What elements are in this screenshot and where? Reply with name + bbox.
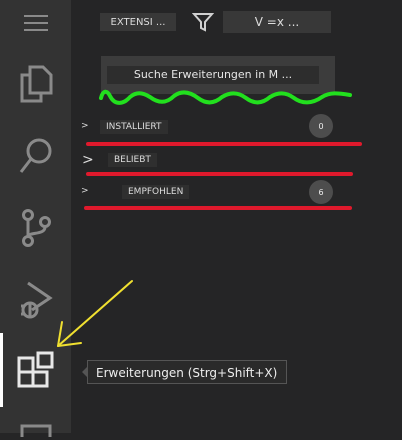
source-control-icon[interactable] xyxy=(0,206,71,250)
section-popular[interactable]: BELIEBT xyxy=(108,153,157,167)
section-installed[interactable]: INSTALLIERT xyxy=(100,120,168,134)
accounts-icon[interactable] xyxy=(0,420,71,440)
section-popular-chevron[interactable]: > xyxy=(82,152,94,168)
menu-icon[interactable] xyxy=(0,10,71,36)
red-underline-recommended xyxy=(84,206,352,210)
run-debug-icon[interactable] xyxy=(0,278,71,322)
filter-icon[interactable] xyxy=(191,11,215,33)
section-recommended[interactable]: EMPFOHLEN xyxy=(122,185,190,199)
section-installed-count: 0 xyxy=(309,114,333,138)
red-underline-installed xyxy=(86,142,362,146)
sidebar-title: EXTENSI ... xyxy=(100,13,176,31)
view-more-actions[interactable]: V =x ... xyxy=(223,11,331,33)
activity-bar xyxy=(0,0,71,437)
section-recommended-count: 6 xyxy=(309,180,333,204)
section-recommended-chevron[interactable]: > xyxy=(81,186,89,196)
extensions-tooltip: Erweiterungen (Strg+Shift+X) xyxy=(87,360,287,384)
section-installed-chevron[interactable]: > xyxy=(81,121,89,131)
explorer-icon[interactable] xyxy=(0,62,71,106)
red-underline-popular xyxy=(86,172,353,176)
search-icon[interactable] xyxy=(0,134,71,178)
search-box: Suche Erweiterungen in M ... xyxy=(101,56,335,94)
extensions-icon[interactable] xyxy=(0,348,71,392)
search-input[interactable]: Suche Erweiterungen in M ... xyxy=(107,66,319,84)
